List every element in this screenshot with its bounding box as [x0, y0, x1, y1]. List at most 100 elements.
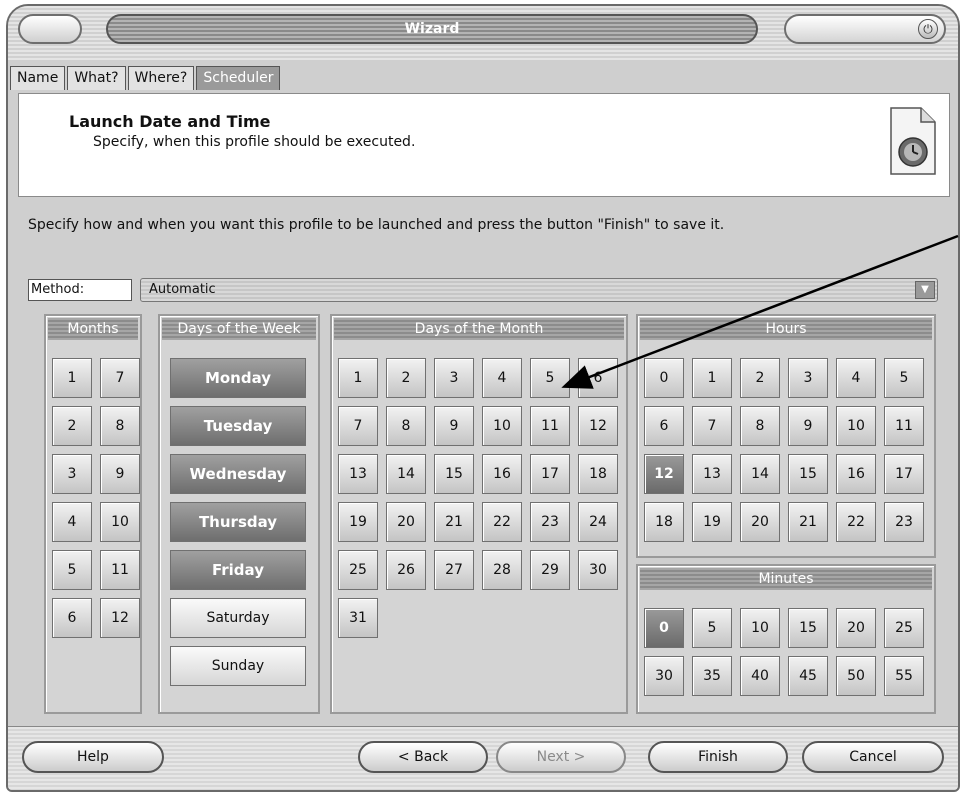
month-button-5[interactable]: 5 [52, 550, 92, 590]
hour-button-16[interactable]: 16 [836, 454, 876, 494]
weekday-button-thursday[interactable]: Thursday [170, 502, 306, 542]
month-button-7[interactable]: 7 [100, 358, 140, 398]
minute-button-40[interactable]: 40 [740, 656, 780, 696]
chevron-down-icon[interactable]: ▼ [915, 281, 935, 299]
day-of-month-button-31[interactable]: 31 [338, 598, 378, 638]
minute-button-55[interactable]: 55 [884, 656, 924, 696]
day-of-month-button-24[interactable]: 24 [578, 502, 618, 542]
method-select[interactable]: Automatic ▼ [140, 278, 938, 302]
hour-button-0[interactable]: 0 [644, 358, 684, 398]
hour-button-2[interactable]: 2 [740, 358, 780, 398]
hour-button-19[interactable]: 19 [692, 502, 732, 542]
hour-button-23[interactable]: 23 [884, 502, 924, 542]
month-button-8[interactable]: 8 [100, 406, 140, 446]
day-of-month-button-22[interactable]: 22 [482, 502, 522, 542]
weekday-button-saturday[interactable]: Saturday [170, 598, 306, 638]
hour-button-3[interactable]: 3 [788, 358, 828, 398]
month-button-11[interactable]: 11 [100, 550, 140, 590]
hour-button-12[interactable]: 12 [644, 454, 684, 494]
month-button-3[interactable]: 3 [52, 454, 92, 494]
day-of-month-button-15[interactable]: 15 [434, 454, 474, 494]
minute-button-0[interactable]: 0 [644, 608, 684, 648]
hour-button-5[interactable]: 5 [884, 358, 924, 398]
weekday-button-sunday[interactable]: Sunday [170, 646, 306, 686]
minute-button-25[interactable]: 25 [884, 608, 924, 648]
power-icon[interactable]: ⏻ [918, 19, 938, 39]
day-of-month-button-13[interactable]: 13 [338, 454, 378, 494]
button-bar: Help < Back Next > Finish Cancel [8, 726, 958, 790]
hour-button-21[interactable]: 21 [788, 502, 828, 542]
day-of-month-button-19[interactable]: 19 [338, 502, 378, 542]
tab-scheduler[interactable]: Scheduler [196, 66, 281, 90]
month-button-10[interactable]: 10 [100, 502, 140, 542]
month-button-4[interactable]: 4 [52, 502, 92, 542]
tab-name[interactable]: Name [10, 66, 66, 90]
hour-button-6[interactable]: 6 [644, 406, 684, 446]
weekday-button-monday[interactable]: Monday [170, 358, 306, 398]
hour-button-11[interactable]: 11 [884, 406, 924, 446]
day-of-month-button-6[interactable]: 6 [578, 358, 618, 398]
day-of-month-button-11[interactable]: 11 [530, 406, 570, 446]
month-button-9[interactable]: 9 [100, 454, 140, 494]
hour-button-1[interactable]: 1 [692, 358, 732, 398]
weekday-button-tuesday[interactable]: Tuesday [170, 406, 306, 446]
tab-what[interactable]: What? [67, 66, 126, 90]
day-of-month-button-4[interactable]: 4 [482, 358, 522, 398]
minute-button-45[interactable]: 45 [788, 656, 828, 696]
minute-button-5[interactable]: 5 [692, 608, 732, 648]
day-of-month-button-14[interactable]: 14 [386, 454, 426, 494]
back-button[interactable]: < Back [358, 741, 488, 773]
day-of-month-button-21[interactable]: 21 [434, 502, 474, 542]
day-of-month-button-26[interactable]: 26 [386, 550, 426, 590]
day-of-month-button-3[interactable]: 3 [434, 358, 474, 398]
help-button[interactable]: Help [22, 741, 164, 773]
minute-button-10[interactable]: 10 [740, 608, 780, 648]
tab-where[interactable]: Where? [127, 66, 195, 90]
hour-button-14[interactable]: 14 [740, 454, 780, 494]
day-of-month-button-20[interactable]: 20 [386, 502, 426, 542]
day-of-month-button-7[interactable]: 7 [338, 406, 378, 446]
minute-button-50[interactable]: 50 [836, 656, 876, 696]
minute-button-15[interactable]: 15 [788, 608, 828, 648]
hour-button-4[interactable]: 4 [836, 358, 876, 398]
day-of-month-button-25[interactable]: 25 [338, 550, 378, 590]
minute-button-35[interactable]: 35 [692, 656, 732, 696]
hour-button-20[interactable]: 20 [740, 502, 780, 542]
month-button-1[interactable]: 1 [52, 358, 92, 398]
next-button[interactable]: Next > [496, 741, 626, 773]
cancel-button[interactable]: Cancel [802, 741, 944, 773]
day-of-month-button-27[interactable]: 27 [434, 550, 474, 590]
day-of-month-button-28[interactable]: 28 [482, 550, 522, 590]
day-of-month-button-10[interactable]: 10 [482, 406, 522, 446]
minute-button-30[interactable]: 30 [644, 656, 684, 696]
hour-button-22[interactable]: 22 [836, 502, 876, 542]
title-bar-left-pill[interactable] [18, 14, 82, 44]
day-of-month-button-16[interactable]: 16 [482, 454, 522, 494]
hour-button-10[interactable]: 10 [836, 406, 876, 446]
hour-button-8[interactable]: 8 [740, 406, 780, 446]
minute-button-20[interactable]: 20 [836, 608, 876, 648]
day-of-month-button-2[interactable]: 2 [386, 358, 426, 398]
hour-button-15[interactable]: 15 [788, 454, 828, 494]
day-of-month-button-23[interactable]: 23 [530, 502, 570, 542]
day-of-month-button-1[interactable]: 1 [338, 358, 378, 398]
day-of-month-button-29[interactable]: 29 [530, 550, 570, 590]
weekday-button-friday[interactable]: Friday [170, 550, 306, 590]
day-of-month-button-5[interactable]: 5 [530, 358, 570, 398]
day-of-month-button-18[interactable]: 18 [578, 454, 618, 494]
month-button-12[interactable]: 12 [100, 598, 140, 638]
hour-button-7[interactable]: 7 [692, 406, 732, 446]
hour-button-13[interactable]: 13 [692, 454, 732, 494]
hour-button-18[interactable]: 18 [644, 502, 684, 542]
day-of-month-button-12[interactable]: 12 [578, 406, 618, 446]
day-of-month-button-8[interactable]: 8 [386, 406, 426, 446]
day-of-month-button-17[interactable]: 17 [530, 454, 570, 494]
day-of-month-button-9[interactable]: 9 [434, 406, 474, 446]
finish-button[interactable]: Finish [648, 741, 788, 773]
month-button-6[interactable]: 6 [52, 598, 92, 638]
day-of-month-button-30[interactable]: 30 [578, 550, 618, 590]
hour-button-9[interactable]: 9 [788, 406, 828, 446]
weekday-button-wednesday[interactable]: Wednesday [170, 454, 306, 494]
month-button-2[interactable]: 2 [52, 406, 92, 446]
hour-button-17[interactable]: 17 [884, 454, 924, 494]
